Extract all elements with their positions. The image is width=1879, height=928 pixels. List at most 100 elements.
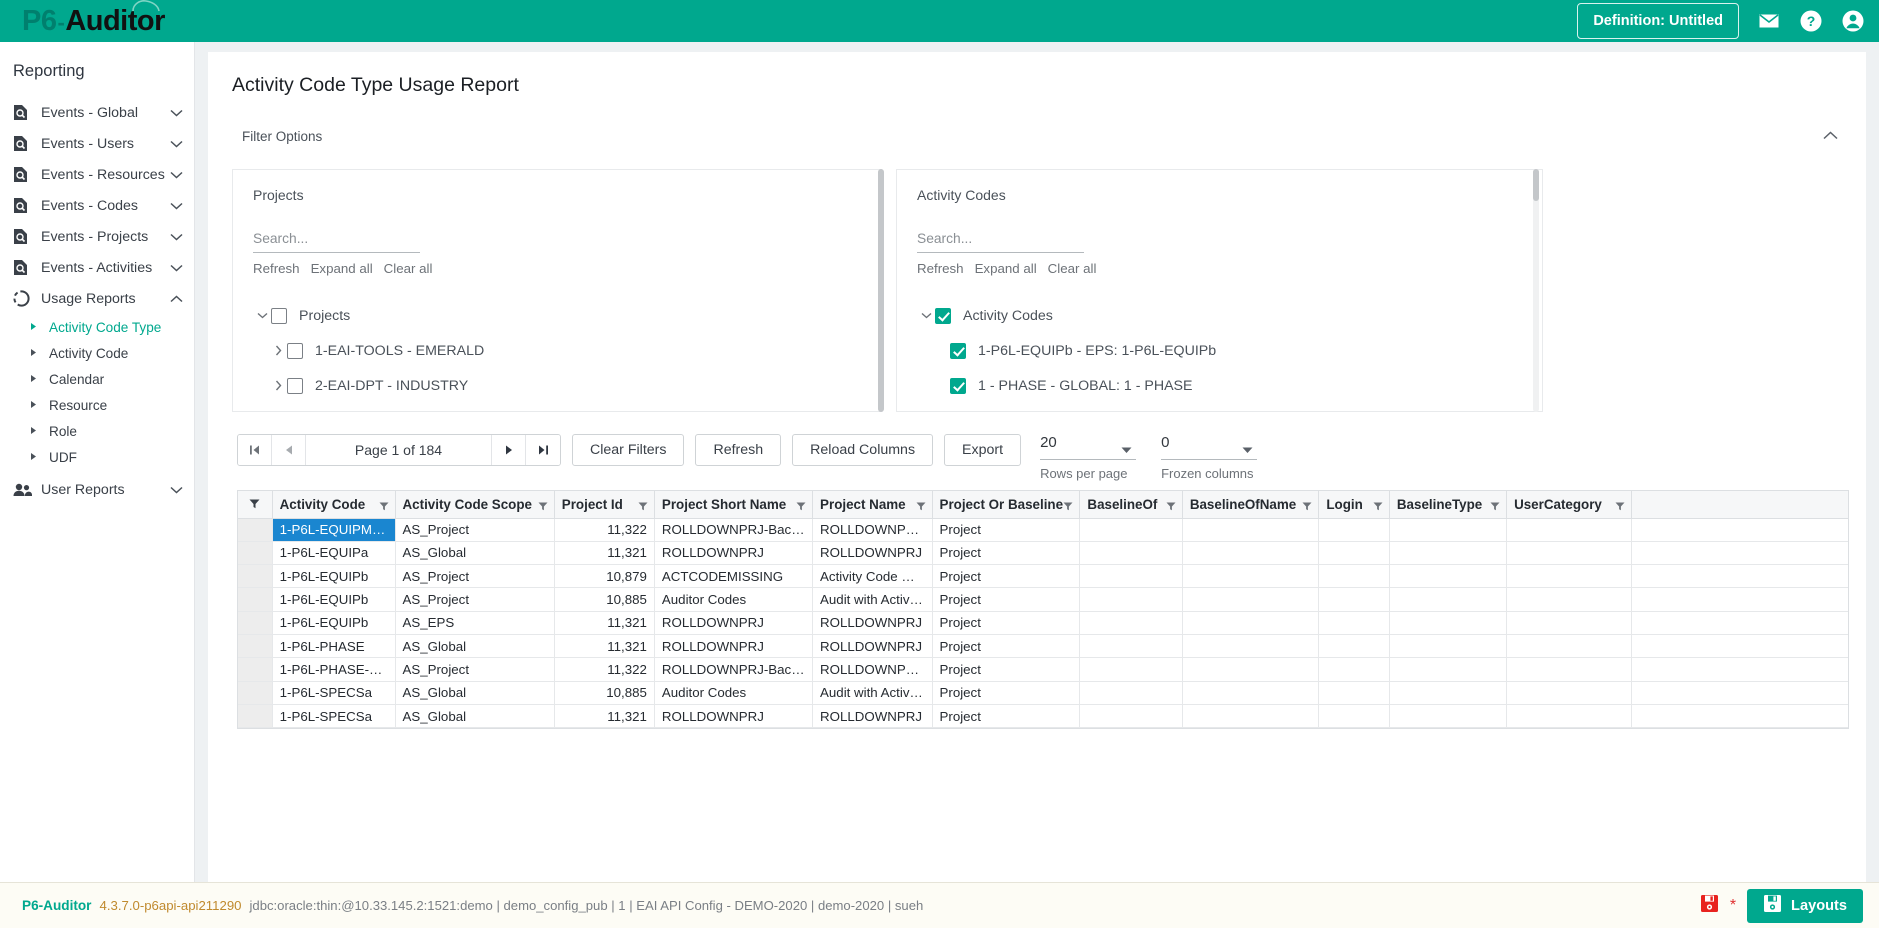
table-cell[interactable]: ACTCODEMISSING (654, 565, 812, 588)
table-cell[interactable] (1080, 634, 1182, 657)
account-icon[interactable] (1841, 9, 1865, 33)
table-row[interactable]: 1-P6L-PHASE-N…AS_Project11,322ROLLDOWNPR… (238, 658, 1848, 681)
mail-icon[interactable] (1757, 9, 1781, 33)
tree-checkbox[interactable] (935, 308, 951, 324)
table-cell[interactable] (1319, 634, 1390, 657)
table-cell[interactable] (1389, 658, 1506, 681)
table-cell[interactable] (1182, 611, 1319, 634)
table-cell[interactable]: AS_Project (395, 565, 554, 588)
table-header-filter-toggle[interactable] (238, 491, 272, 518)
table-header-baselineof[interactable]: BaselineOf (1080, 491, 1182, 518)
table-cell[interactable] (1182, 541, 1319, 564)
table-cell[interactable] (1319, 588, 1390, 611)
chevron-down-icon[interactable] (170, 259, 184, 277)
sidebar-item-events-codes[interactable]: Events - Codes (0, 190, 194, 221)
table-cell[interactable] (1182, 565, 1319, 588)
tree-node[interactable]: 1 - PHASE - GLOBAL: 1 - PHASE (917, 368, 1522, 403)
table-cell[interactable] (1182, 658, 1319, 681)
table-cell[interactable]: Project (932, 518, 1080, 541)
table-cell[interactable]: 11,321 (554, 541, 654, 564)
table-cell[interactable]: Auditor Codes (654, 681, 812, 704)
table-cell[interactable]: AS_Project (395, 518, 554, 541)
projects-panel-scrollbar[interactable] (878, 169, 884, 412)
table-cell[interactable]: Activity Code M… (813, 565, 932, 588)
table-cell[interactable] (1182, 588, 1319, 611)
projects-search-input[interactable] (253, 231, 420, 253)
table-cell[interactable]: 10,879 (554, 565, 654, 588)
first-page-button[interactable] (238, 435, 272, 465)
table-cell[interactable]: 10,885 (554, 588, 654, 611)
table-cell[interactable]: Project (932, 588, 1080, 611)
table-cell[interactable] (1182, 634, 1319, 657)
sidebar-item-events-activities[interactable]: Events - Activities (0, 252, 194, 283)
table-cell[interactable] (1507, 541, 1632, 564)
table-header-project-name[interactable]: Project Name (813, 491, 932, 518)
table-cell[interactable]: Project (932, 565, 1080, 588)
last-page-button[interactable] (526, 435, 560, 465)
projects-expand-all-link[interactable]: Expand all (311, 261, 373, 276)
table-row[interactable]: 1-P6L-EQUIPM…AS_Project11,322ROLLDOWNPRJ… (238, 518, 1848, 541)
table-header-project-id[interactable]: Project Id (554, 491, 654, 518)
tree-checkbox[interactable] (271, 308, 287, 324)
tree-node[interactable]: Projects (253, 298, 861, 333)
table-cell[interactable] (1507, 588, 1632, 611)
table-cell[interactable]: ROLLDOWNPRJ (813, 704, 932, 727)
table-cell[interactable]: 1-P6L-EQUIPb (272, 565, 395, 588)
filter-icon[interactable] (538, 499, 548, 514)
table-cell[interactable]: 11,321 (554, 634, 654, 657)
codes-search-input[interactable] (917, 231, 1084, 253)
table-cell[interactable]: ROLLDOWNPRJ (813, 634, 932, 657)
codes-refresh-link[interactable]: Refresh (917, 261, 964, 276)
table-header-project-short-name[interactable]: Project Short Name (654, 491, 812, 518)
sidebar-item-user-reports[interactable]: User Reports (0, 474, 194, 505)
table-cell[interactable]: ROLLDOWNPRJ (654, 541, 812, 564)
table-cell[interactable] (1507, 634, 1632, 657)
table-cell[interactable] (1389, 588, 1506, 611)
table-cell[interactable] (1319, 541, 1390, 564)
table-row[interactable]: 1-P6L-PHASEAS_Global11,321ROLLDOWNPRJROL… (238, 634, 1848, 657)
filter-icon[interactable] (1615, 499, 1625, 514)
rows-per-page-select[interactable]: 20 Rows per page (1040, 434, 1136, 481)
table-cell[interactable] (1389, 681, 1506, 704)
table-cell[interactable]: AS_Global (395, 704, 554, 727)
table-cell[interactable] (1080, 565, 1182, 588)
filter-icon[interactable] (379, 499, 389, 514)
table-cell[interactable] (1507, 658, 1632, 681)
chevron-down-icon[interactable] (170, 135, 184, 153)
table-cell[interactable]: AS_Global (395, 541, 554, 564)
table-cell[interactable] (1080, 518, 1182, 541)
table-cell[interactable]: 11,321 (554, 611, 654, 634)
table-row[interactable]: 1-P6L-EQUIPaAS_Global11,321ROLLDOWNPRJRO… (238, 541, 1848, 564)
row-select-cell[interactable] (238, 681, 272, 704)
table-cell[interactable] (1507, 518, 1632, 541)
row-select-cell[interactable] (238, 704, 272, 727)
table-cell[interactable] (1319, 565, 1390, 588)
table-cell[interactable]: ROLLDOWNPRJ (813, 541, 932, 564)
table-cell[interactable] (1319, 611, 1390, 634)
row-select-cell[interactable] (238, 541, 272, 564)
export-button[interactable]: Export (944, 434, 1021, 466)
table-cell[interactable]: Project (932, 611, 1080, 634)
table-cell[interactable] (1507, 611, 1632, 634)
table-cell[interactable] (1389, 611, 1506, 634)
table-cell[interactable]: ROLLDOWNPRJ-Back… (654, 518, 812, 541)
sidebar-item-events-users[interactable]: Events - Users (0, 128, 194, 159)
table-cell[interactable]: ROLLDOWNPRJ… (813, 518, 932, 541)
table-header-project-or-baseline[interactable]: Project Or Baseline (932, 491, 1080, 518)
tree-node[interactable]: 2-EAI-DPT - INDUSTRY (253, 368, 861, 403)
chevron-down-icon[interactable] (170, 481, 184, 499)
table-cell[interactable]: ROLLDOWNPRJ (654, 611, 812, 634)
filter-icon[interactable] (1490, 499, 1500, 514)
table-cell[interactable] (1319, 704, 1390, 727)
filter-icon[interactable] (916, 499, 926, 514)
table-cell[interactable] (1182, 681, 1319, 704)
filter-icon[interactable] (638, 499, 648, 514)
tree-checkbox[interactable] (950, 343, 966, 359)
tree-checkbox[interactable] (287, 378, 303, 394)
table-cell[interactable]: AS_Project (395, 588, 554, 611)
table-header-usercategory[interactable]: UserCategory (1507, 491, 1632, 518)
table-cell[interactable] (1080, 611, 1182, 634)
filter-icon[interactable] (796, 499, 806, 514)
table-cell[interactable]: ROLLDOWNPRJ (813, 611, 932, 634)
frozen-columns-select[interactable]: 0 Frozen columns (1161, 434, 1257, 481)
